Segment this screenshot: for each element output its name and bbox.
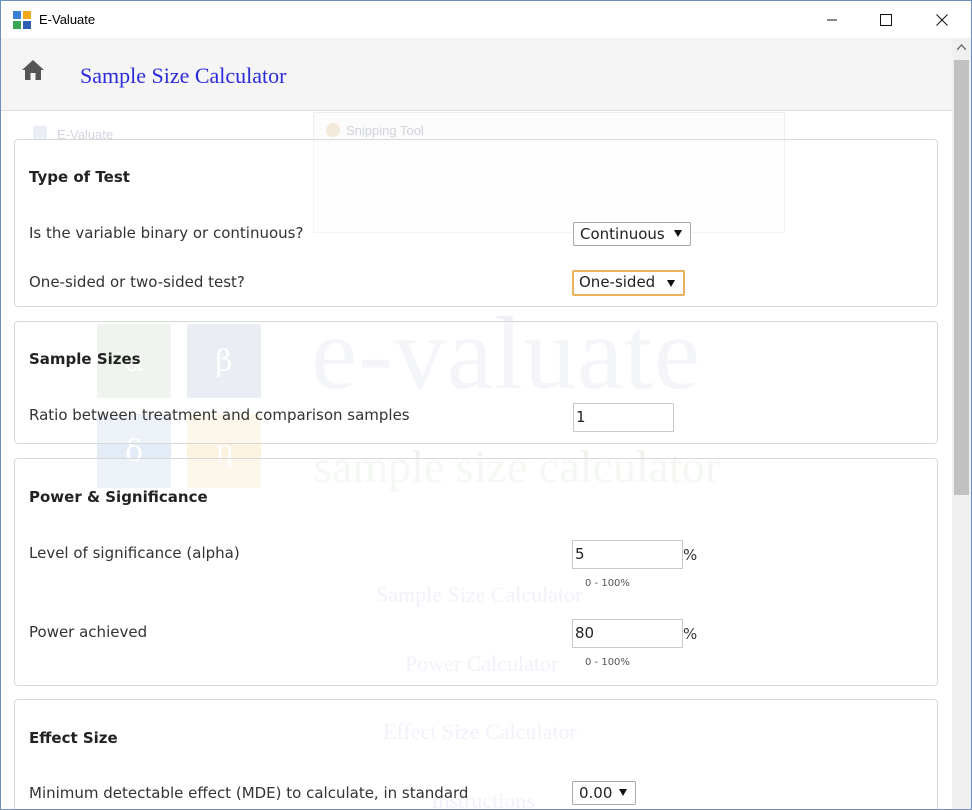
title-bar[interactable]: E-Valuate xyxy=(1,1,971,38)
variable-type-select[interactable]: Continuous xyxy=(573,222,691,246)
mde-value: 0.00 xyxy=(579,784,613,802)
variable-type-label: Is the variable binary or continuous? xyxy=(29,224,304,242)
variable-type-value: Continuous xyxy=(580,225,665,243)
snipping-tool-label: Snipping Tool xyxy=(346,123,424,138)
power-unit: % xyxy=(683,625,698,643)
mde-label: Minimum detectable effect (MDE) to calcu… xyxy=(29,784,469,802)
panel-title: Sample Sizes xyxy=(29,350,141,368)
scroll-thumb[interactable] xyxy=(954,60,969,495)
app-window: E-Valuate Sample Size Calculator E-Valua… xyxy=(0,0,972,810)
power-significance-panel: Power & Significance Level of significan… xyxy=(14,458,938,686)
scissors-icon xyxy=(326,123,340,137)
panel-title: Power & Significance xyxy=(29,488,208,506)
test-sides-label: One-sided or two-sided test? xyxy=(29,273,245,291)
alpha-unit: % xyxy=(683,546,698,564)
power-range-hint: 0 - 100% xyxy=(585,657,630,668)
panel-title: Type of Test xyxy=(29,168,130,186)
main-content[interactable]: E-Valuate Snipping Tool α β δ η e-valuat… xyxy=(1,112,952,809)
type-of-test-panel: Type of Test Is the variable binary or c… xyxy=(14,139,938,307)
maximize-button[interactable] xyxy=(863,1,909,38)
test-sides-select[interactable]: One-sided xyxy=(572,270,685,296)
dropdown-arrow-icon xyxy=(674,230,682,237)
maximize-icon xyxy=(880,13,892,26)
scroll-up-button[interactable] xyxy=(952,38,971,55)
app-grid-icon xyxy=(13,11,31,29)
page-title: Sample Size Calculator xyxy=(80,63,287,88)
effect-size-panel: Effect Size Minimum detectable effect (M… xyxy=(14,699,938,809)
close-icon xyxy=(936,13,948,26)
alpha-range-hint: 0 - 100% xyxy=(585,578,630,589)
vertical-scrollbar[interactable] xyxy=(952,38,971,809)
close-button[interactable] xyxy=(919,1,965,38)
sample-sizes-panel: Sample Sizes Ratio between treatment and… xyxy=(14,321,938,444)
test-sides-value: One-sided xyxy=(579,273,656,291)
minimize-button[interactable] xyxy=(809,1,855,38)
ratio-label: Ratio between treatment and comparison s… xyxy=(29,406,410,424)
alpha-input[interactable]: 5 xyxy=(572,540,683,569)
alpha-label: Level of significance (alpha) xyxy=(29,544,240,562)
minimize-icon xyxy=(827,19,837,20)
chevron-up-icon xyxy=(957,43,966,50)
dropdown-arrow-icon xyxy=(619,789,627,796)
mde-select[interactable]: 0.00 xyxy=(572,781,636,805)
home-icon[interactable] xyxy=(21,59,45,81)
power-input[interactable]: 80 xyxy=(572,619,683,648)
power-label: Power achieved xyxy=(29,623,148,641)
ratio-input[interactable]: 1 xyxy=(573,403,674,432)
window-title: E-Valuate xyxy=(39,12,96,27)
dropdown-arrow-icon xyxy=(667,280,675,287)
panel-title: Effect Size xyxy=(29,729,118,747)
ghost-app-icon xyxy=(33,126,47,140)
app-header: Sample Size Calculator xyxy=(1,38,952,111)
